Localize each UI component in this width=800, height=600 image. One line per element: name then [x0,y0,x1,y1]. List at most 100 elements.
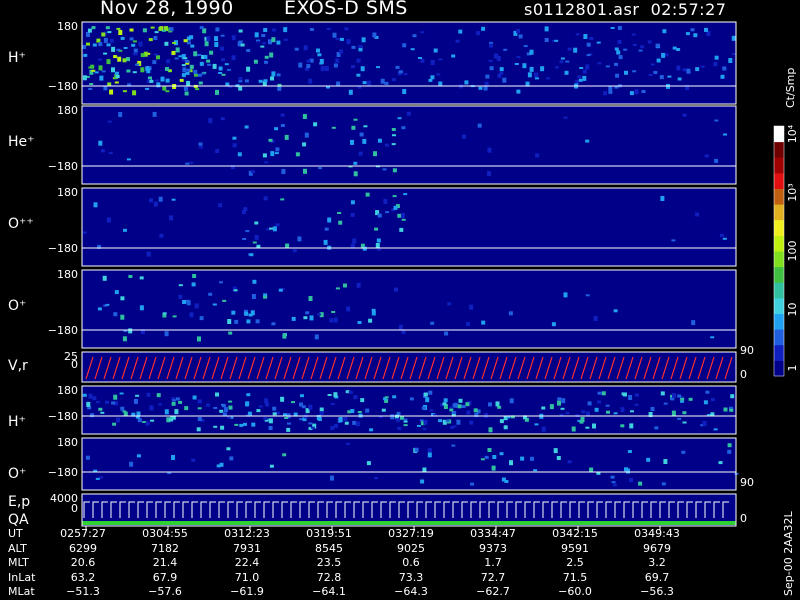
spectro-cell [488,402,492,407]
spectro-cell [330,403,335,405]
spectro-cell [164,41,169,46]
spectro-cell [303,168,307,174]
spectro-cell [691,320,696,326]
spectro-cell [254,234,259,240]
spectro-cell [420,479,425,484]
spectro-cell [629,91,634,96]
spectro-cell [730,394,735,399]
ephemeris-label: ALT [8,541,27,555]
spectro-cell [351,125,356,130]
spectro-cell [727,443,732,448]
ephemeris-table: UT 0257:27 0304:55 0312:23 0319:51 0327:19 033… [0,527,800,600]
spectro-cell [384,396,389,399]
spectro-cell [324,227,329,231]
panel-bg [82,106,736,184]
spectro-cell [198,142,203,146]
spectro-cell [250,170,255,174]
spectro-cell [251,422,256,427]
spectro-cell [403,424,408,427]
spectro-cell [499,71,504,75]
spectro-cell [583,34,588,39]
spectro-cell [503,48,508,51]
spectro-cell [499,419,504,424]
spectro-cell [95,477,100,480]
spectro-cell [641,90,646,93]
spectro-cell [357,411,362,413]
spectro-cell [283,27,288,33]
spectro-cell [223,407,228,413]
spectro-cell [281,169,286,174]
spectro-cell [221,58,226,62]
spectro-cell [331,126,336,129]
spectro-cell [122,336,127,342]
spectro-cell [197,417,202,421]
spectro-cell [414,447,419,452]
footer-id: Sep-00 2AA32L [782,511,795,596]
spectro-cell [331,311,336,313]
spectro-cell [433,48,438,53]
panel-6 [81,385,737,435]
spectro-cell [502,77,507,83]
right-tick-bottom: 90 [740,476,754,489]
spectro-cell [682,68,687,72]
spectro-cell [549,404,554,410]
colorbar-segment [774,329,784,346]
spectro-cell [654,426,659,430]
ephemeris-value: −51.3 [66,585,100,599]
spectro-cell [111,67,115,73]
spectro-cell [339,49,343,54]
spectro-cell [466,322,471,327]
spectro-cell [278,288,283,292]
spectro-cell [356,58,361,63]
spectro-cell [119,392,124,395]
spectro-cell [164,331,169,337]
spectro-cell [457,404,462,409]
spectro-cell [256,409,261,413]
spectro-cell [680,397,685,401]
spectro-cell [111,46,116,52]
spectro-cell [632,43,637,46]
spectro-cell [710,398,715,402]
spectro-cell [523,45,528,48]
right-tick-bottom: 0 [740,368,747,381]
spectro-cell [365,192,370,197]
spectro-cell [335,287,340,290]
spectro-cell [156,393,161,398]
spectro-cell [246,66,251,72]
spectro-cell [534,423,539,426]
spectro-cell [161,29,166,32]
spectro-cell [367,80,371,86]
spectro-cell [456,419,461,425]
spectro-cell [233,289,238,292]
spectro-cell [648,74,653,76]
spectro-cell [97,307,102,311]
spectro-cell [688,397,693,401]
spectro-cell [391,78,396,82]
spectro-cell [702,421,707,426]
spectro-cell [184,91,189,96]
colorbar-segment [774,282,784,299]
spectro-cell [480,458,485,461]
spectro-cell [204,41,209,47]
y-tick-top: 180 [57,104,78,117]
spectro-cell [201,72,206,75]
spectro-cell [613,309,618,313]
colorbar-segment [774,204,784,221]
spectro-cell [146,392,151,397]
colorbar-unit-label: Ct/Smp [784,68,797,108]
spectro-cell [397,213,402,218]
spectro-cell [224,63,229,66]
colorbar-tick: 10⁴ [786,124,799,143]
spectro-cell [535,153,540,158]
colorbar-segment [774,360,784,377]
spectro-cell [160,76,165,82]
spectro-cell [294,47,299,51]
colorbar-segment [774,251,784,268]
spectro-cell [261,34,266,37]
panel-label: He⁺ [8,134,35,150]
spectro-cell [661,482,666,486]
spectro-cell [632,70,637,73]
spectro-cell [612,483,617,487]
spectro-cell [300,394,304,398]
spectro-cell [398,324,403,330]
